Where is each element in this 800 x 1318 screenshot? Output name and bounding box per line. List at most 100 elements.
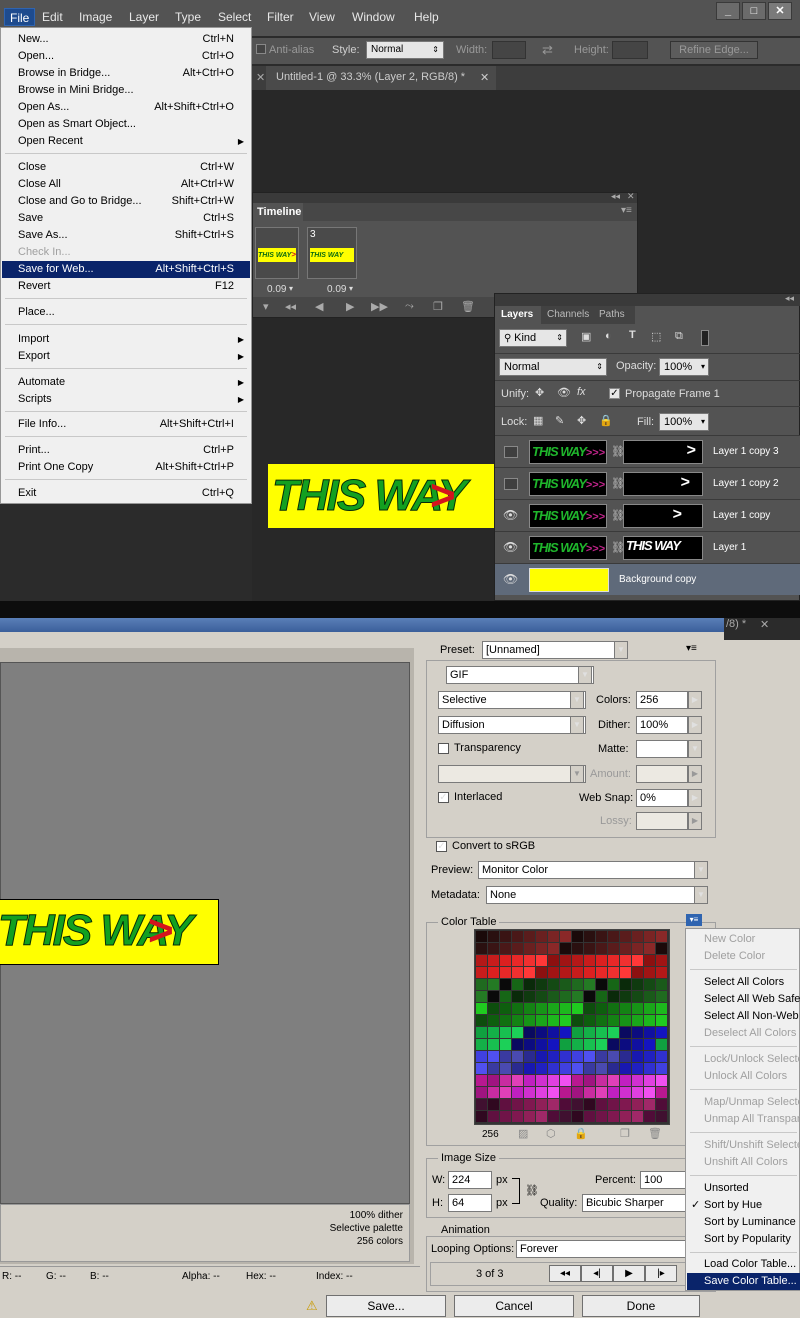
color-swatch[interactable] [476, 1063, 487, 1074]
dither-algorithm-dropdown[interactable]: Diffusion [438, 716, 586, 734]
color-swatch[interactable] [476, 1015, 487, 1026]
color-swatch[interactable] [488, 955, 499, 966]
ct-menu-load-color-table[interactable]: Load Color Table... [687, 1256, 800, 1273]
color-swatch[interactable] [644, 1051, 655, 1062]
color-swatch[interactable] [500, 931, 511, 942]
timeline-tab[interactable]: Timeline [253, 203, 303, 221]
width-input[interactable] [492, 41, 526, 59]
unify-style-icon[interactable]: fx [577, 386, 586, 398]
color-swatch[interactable] [572, 1027, 583, 1038]
duplicate-frame-icon[interactable]: ❐ [433, 300, 443, 313]
color-swatch[interactable] [560, 1051, 571, 1062]
layer-row[interactable]: 👁 THIS WAY>>> ⛓ THIS WAY Layer 1 [495, 531, 800, 563]
color-table-swatches[interactable] [474, 929, 670, 1125]
color-swatch[interactable] [596, 1063, 607, 1074]
color-swatch[interactable] [548, 1051, 559, 1062]
color-swatch[interactable] [596, 955, 607, 966]
ct-menu-select-web-safe[interactable]: Select All Web Safe [687, 991, 800, 1008]
color-swatch[interactable] [548, 1039, 559, 1050]
color-swatch[interactable] [548, 1099, 559, 1110]
frame-2[interactable]: THIS WAY> [255, 227, 299, 279]
trash-icon[interactable]: 🗑 [648, 1127, 662, 1140]
color-swatch[interactable] [644, 1099, 655, 1110]
color-swatch[interactable] [536, 1027, 547, 1038]
color-swatch[interactable] [524, 991, 535, 1002]
color-swatch[interactable] [656, 943, 667, 954]
color-swatch[interactable] [476, 979, 487, 990]
color-swatch[interactable] [572, 1015, 583, 1026]
map-transparent-icon[interactable]: ▨ [518, 1127, 528, 1140]
color-swatch[interactable] [488, 1075, 499, 1086]
color-swatch[interactable] [488, 1015, 499, 1026]
color-swatch[interactable] [632, 1039, 643, 1050]
color-swatch[interactable] [488, 1003, 499, 1014]
color-swatch[interactable] [548, 1063, 559, 1074]
color-swatch[interactable] [608, 1003, 619, 1014]
color-swatch[interactable] [524, 1027, 535, 1038]
color-swatch[interactable] [584, 1003, 595, 1014]
color-swatch[interactable] [644, 1111, 655, 1122]
color-swatch[interactable] [656, 1099, 667, 1110]
color-swatch[interactable] [476, 1051, 487, 1062]
color-swatch[interactable] [488, 1039, 499, 1050]
color-swatch[interactable] [524, 931, 535, 942]
color-swatch[interactable] [500, 955, 511, 966]
color-swatch[interactable] [596, 1039, 607, 1050]
color-swatch[interactable] [608, 1039, 619, 1050]
menu-item-save-as[interactable]: Save As... Shift+Ctrl+S [2, 227, 250, 244]
ct-menu-save-color-table[interactable]: Save Color Table... [687, 1273, 800, 1290]
preview-dropdown[interactable]: Monitor Color [478, 861, 708, 879]
frame-delay[interactable]: 0.09 [327, 284, 346, 295]
eye-icon[interactable]: 👁 [503, 540, 518, 554]
color-swatch[interactable] [512, 1039, 523, 1050]
color-swatch[interactable] [512, 991, 523, 1002]
color-swatch[interactable] [524, 1111, 535, 1122]
color-swatch[interactable] [608, 943, 619, 954]
tween-icon[interactable]: ⤳ [405, 300, 414, 313]
color-swatch[interactable] [608, 1063, 619, 1074]
color-swatch[interactable] [536, 1051, 547, 1062]
color-swatch[interactable] [656, 931, 667, 942]
color-swatch[interactable] [596, 1075, 607, 1086]
height-input[interactable]: 64 [448, 1194, 492, 1212]
close-tab-icon[interactable]: ✕ [256, 71, 265, 84]
color-swatch[interactable] [524, 1003, 535, 1014]
color-swatch[interactable] [500, 1111, 511, 1122]
close-tab-icon[interactable]: ✕ [480, 71, 489, 84]
color-swatch[interactable] [608, 1027, 619, 1038]
color-swatch[interactable] [572, 1099, 583, 1110]
ct-menu-unsorted[interactable]: Unsorted [687, 1180, 800, 1197]
color-swatch[interactable] [644, 979, 655, 990]
unify-position-icon[interactable]: ✥ [535, 386, 544, 399]
color-swatch[interactable] [476, 1003, 487, 1014]
opacity-input[interactable]: 100% ▾ [659, 358, 709, 376]
color-swatch[interactable] [548, 1111, 559, 1122]
color-swatch[interactable] [572, 1087, 583, 1098]
color-swatch[interactable] [488, 943, 499, 954]
menu-help[interactable]: Help [414, 10, 439, 24]
color-swatch[interactable] [524, 1087, 535, 1098]
color-swatch[interactable] [644, 1027, 655, 1038]
color-swatch[interactable] [524, 967, 535, 978]
color-swatch[interactable] [500, 1099, 511, 1110]
lock-transparent-icon[interactable]: ▦ [533, 414, 543, 427]
colors-input[interactable]: 256 [636, 691, 688, 709]
color-swatch[interactable] [536, 1063, 547, 1074]
chevron-down-icon[interactable]: ▼ [688, 740, 702, 758]
color-swatch[interactable] [584, 1039, 595, 1050]
first-frame-icon[interactable]: ◂◂ [285, 300, 296, 313]
color-swatch[interactable] [548, 979, 559, 990]
color-swatch[interactable] [476, 1039, 487, 1050]
eye-icon[interactable]: 👁 [503, 508, 518, 522]
color-swatch[interactable] [644, 991, 655, 1002]
lock-image-icon[interactable]: ✎ [555, 414, 564, 427]
color-swatch[interactable] [596, 1111, 607, 1122]
color-swatch[interactable] [656, 1111, 667, 1122]
color-swatch[interactable] [548, 1027, 559, 1038]
chevron-right-icon[interactable]: ▶ [688, 789, 702, 807]
color-swatch[interactable] [644, 931, 655, 942]
color-swatch[interactable] [476, 1087, 487, 1098]
color-swatch[interactable] [644, 1039, 655, 1050]
color-swatch[interactable] [620, 991, 631, 1002]
quality-dropdown[interactable]: Bicubic Sharper [582, 1194, 690, 1212]
